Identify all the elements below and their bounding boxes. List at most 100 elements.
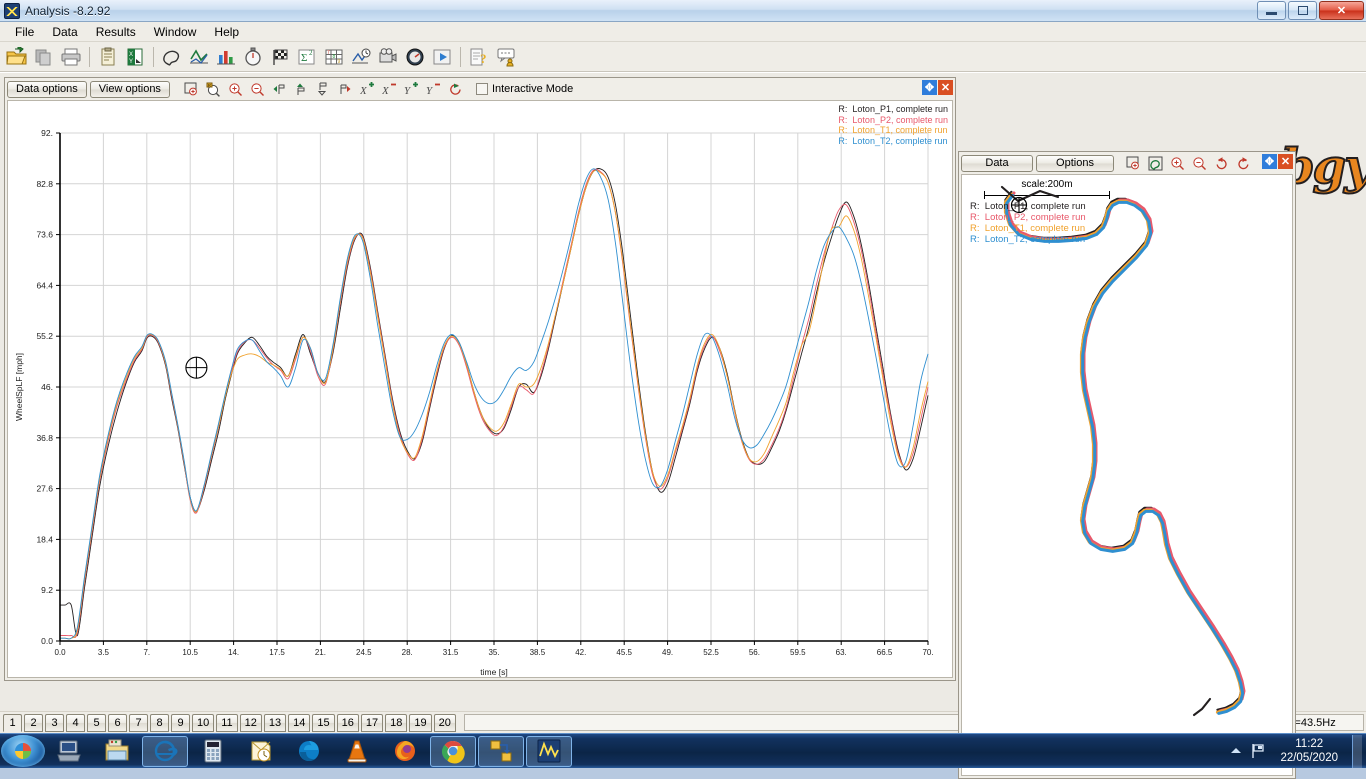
page-tab-5[interactable]: 5 xyxy=(87,713,106,732)
chevron-up-icon[interactable] xyxy=(1230,746,1242,756)
map-close-button[interactable]: ✕ xyxy=(1278,154,1293,169)
zoom-box-icon[interactable] xyxy=(1124,154,1143,173)
data-options-button[interactable]: Data options xyxy=(7,80,87,98)
stopwatch-icon[interactable] xyxy=(240,44,266,70)
page-tab-10[interactable]: 10 xyxy=(192,713,215,732)
page-tab-16[interactable]: 16 xyxy=(336,713,359,732)
graph-plot-area[interactable]: 0.0 3.5 7. 10.5 14. 17.5 21. 24.5 28. 31.5 35. 38.5… xyxy=(7,100,953,678)
y-axis-shrink-icon[interactable]: Y xyxy=(424,80,443,99)
taskbar-edge[interactable] xyxy=(286,736,332,767)
svg-text:X: X xyxy=(360,85,368,97)
zoom-in-icon[interactable] xyxy=(1168,154,1187,173)
taskbar-my-computer[interactable] xyxy=(46,736,92,767)
zoom-reset-icon[interactable]: R xyxy=(204,80,223,99)
close-button[interactable]: ✕ xyxy=(1319,1,1364,20)
open-folder-icon[interactable] xyxy=(4,44,30,70)
page-tab-17[interactable]: 17 xyxy=(360,713,384,732)
line-chart-icon[interactable] xyxy=(186,44,212,70)
title-bar[interactable]: Analysis -8.2.92 ✕ xyxy=(0,0,1366,22)
track-outline-icon[interactable] xyxy=(159,44,185,70)
table-grid-icon[interactable]: 789 xyxy=(321,44,347,70)
marker-down-icon[interactable] xyxy=(314,80,333,99)
chart-clock-icon[interactable] xyxy=(348,44,374,70)
page-tab-13[interactable]: 13 xyxy=(263,713,287,732)
map-options-button[interactable]: Options xyxy=(1036,154,1114,172)
rotate-ccw-icon[interactable] xyxy=(1234,154,1253,173)
legend-entry-2: R: Loton_T1, complete run xyxy=(838,125,948,135)
print-icon[interactable] xyxy=(58,44,84,70)
taskbar-firefox[interactable] xyxy=(382,736,428,767)
page-tab-7[interactable]: 7 xyxy=(129,713,148,732)
taskbar-ie[interactable] xyxy=(142,735,188,767)
refresh-icon[interactable] xyxy=(446,80,465,99)
checkered-flag-icon[interactable] xyxy=(267,44,293,70)
svg-text:10.5: 10.5 xyxy=(182,648,198,657)
page-tab-4[interactable]: 4 xyxy=(66,713,85,732)
menu-help[interactable]: Help xyxy=(205,23,248,41)
taskbar-outlook[interactable] xyxy=(238,736,284,767)
wheel-speed-chart[interactable]: 0.0 3.5 7. 10.5 14. 17.5 21. 24.5 28. 31.5 35. 38.5… xyxy=(8,101,952,678)
page-tab-15[interactable]: 15 xyxy=(312,713,335,732)
tooltip-person-icon[interactable] xyxy=(493,44,519,70)
clock[interactable]: 11:22 22/05/2020 xyxy=(1274,737,1344,765)
page-tab-6[interactable]: 6 xyxy=(108,713,127,732)
page-tab-12[interactable]: 12 xyxy=(239,713,262,732)
video-camera-icon[interactable] xyxy=(375,44,401,70)
menu-data[interactable]: Data xyxy=(43,23,86,41)
menu-file[interactable]: File xyxy=(6,23,43,41)
taskbar-explorer[interactable] xyxy=(94,736,140,767)
zoom-box-icon[interactable] xyxy=(182,80,201,99)
zoom-out-icon[interactable] xyxy=(248,80,267,99)
rotate-cw-icon[interactable] xyxy=(1212,154,1231,173)
copy-icon[interactable] xyxy=(31,44,57,70)
flag-icon[interactable] xyxy=(1250,743,1266,759)
bar-chart-icon[interactable] xyxy=(213,44,239,70)
start-button[interactable] xyxy=(1,735,45,767)
page-tab-8[interactable]: 8 xyxy=(150,713,169,732)
page-tab-20[interactable]: 20 xyxy=(433,713,456,732)
taskbar-calculator[interactable] xyxy=(190,736,236,767)
map-move-button[interactable]: ✥ xyxy=(1262,154,1277,169)
page-tab-2[interactable]: 2 xyxy=(24,713,43,732)
y-axis-expand-icon[interactable]: Y xyxy=(402,80,421,99)
gauge-icon[interactable] xyxy=(402,44,428,70)
view-options-button[interactable]: View options xyxy=(89,80,170,98)
menu-window[interactable]: Window xyxy=(145,23,206,41)
page-tab-9[interactable]: 9 xyxy=(171,713,190,732)
page-tab-18[interactable]: 18 xyxy=(385,713,408,732)
window-controls: ✕ xyxy=(1257,1,1364,20)
clipboard-icon[interactable] xyxy=(95,44,121,70)
taskbar-sync[interactable] xyxy=(478,735,524,767)
map-plot-area[interactable]: scale:200m R: Loton_P1, complete run R: … xyxy=(961,174,1293,776)
sigma-squared-icon[interactable]: Σ2 xyxy=(294,44,320,70)
x-axis-shrink-icon[interactable]: X xyxy=(380,80,399,99)
zoom-out-icon[interactable] xyxy=(1190,154,1209,173)
taskbar-vlc[interactable] xyxy=(334,736,380,767)
restore-button[interactable] xyxy=(1288,1,1317,20)
taskbar-chrome[interactable] xyxy=(430,735,476,767)
page-tab-14[interactable]: 14 xyxy=(288,713,311,732)
play-icon[interactable] xyxy=(429,44,455,70)
taskbar-analysis[interactable] xyxy=(526,735,572,767)
map-data-button[interactable]: Data xyxy=(961,154,1033,172)
track-select-icon[interactable] xyxy=(1146,154,1165,173)
next-marker-icon[interactable] xyxy=(336,80,355,99)
page-tab-11[interactable]: 11 xyxy=(216,713,238,732)
interactive-mode-toggle[interactable]: Interactive Mode xyxy=(475,83,573,95)
minimize-button[interactable] xyxy=(1257,1,1286,20)
help-doc-icon[interactable]: ? xyxy=(466,44,492,70)
graph-close-button[interactable]: ✕ xyxy=(938,80,953,95)
excel-export-icon[interactable]: XY xyxy=(122,44,148,70)
show-desktop-button[interactable] xyxy=(1352,734,1362,768)
interactive-mode-checkbox[interactable] xyxy=(475,83,488,95)
x-axis-expand-icon[interactable]: X xyxy=(358,80,377,99)
page-tab-3[interactable]: 3 xyxy=(45,713,64,732)
page-tab-1[interactable]: 1 xyxy=(3,713,22,732)
graph-move-button[interactable]: ✥ xyxy=(922,80,937,95)
menu-results[interactable]: Results xyxy=(87,23,145,41)
track-map[interactable] xyxy=(962,175,1293,776)
prev-marker-icon[interactable] xyxy=(270,80,289,99)
page-tab-19[interactable]: 19 xyxy=(409,713,432,732)
marker-up-icon[interactable] xyxy=(292,80,311,99)
zoom-in-icon[interactable] xyxy=(226,80,245,99)
